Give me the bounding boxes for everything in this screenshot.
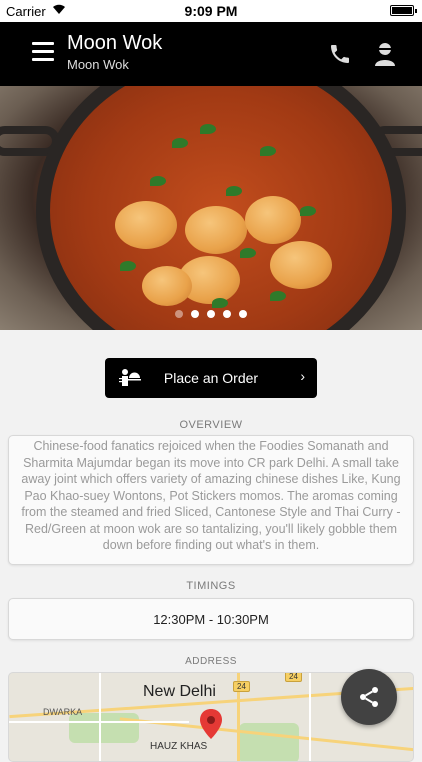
user-icon[interactable]: [373, 41, 397, 67]
carousel-dot[interactable]: [239, 310, 247, 318]
carousel-dot[interactable]: [191, 310, 199, 318]
shrimp: [245, 196, 301, 244]
herb-leaf: [172, 138, 188, 148]
shrimp: [185, 206, 247, 254]
herb-leaf: [260, 146, 276, 156]
herb-leaf: [226, 186, 242, 196]
map-highway-shield: 24: [233, 681, 250, 692]
header-bar: Moon Wok Moon Wok: [0, 22, 422, 86]
address-heading: ADDRESS: [185, 656, 237, 667]
timings-value: 12:30PM - 10:30PM: [153, 612, 269, 627]
overview-card: Chinese-food fanatics rejoiced when the …: [8, 435, 414, 565]
carousel-dot[interactable]: [175, 310, 183, 318]
chevron-right-icon: ›: [300, 368, 305, 384]
timings-heading: TIMINGS: [186, 580, 236, 592]
map-pin-icon: [200, 709, 222, 739]
carousel-indicator[interactable]: [0, 305, 422, 323]
phone-icon[interactable]: [328, 42, 352, 66]
map-city-label: New Delhi: [143, 683, 216, 700]
shrimp: [115, 201, 177, 249]
herb-leaf: [270, 291, 286, 301]
map-park: [239, 723, 299, 761]
page-subtitle: Moon Wok: [67, 57, 129, 72]
map-road: [309, 673, 311, 761]
page-title: Moon Wok: [67, 32, 163, 54]
status-time: 9:09 PM: [184, 3, 238, 19]
map-road: [99, 673, 101, 761]
hero-image[interactable]: [0, 86, 422, 330]
share-button[interactable]: [341, 669, 397, 725]
herb-leaf: [240, 248, 256, 258]
menu-icon[interactable]: [32, 42, 54, 62]
shrimp: [270, 241, 332, 289]
map-area-label: HAUZ KHAS: [150, 741, 208, 752]
overview-heading: OVERVIEW: [179, 419, 243, 431]
carousel-dot[interactable]: [223, 310, 231, 318]
status-bar: Carrier 9:09 PM: [0, 0, 422, 22]
herb-leaf: [200, 124, 216, 134]
herb-leaf: [300, 206, 316, 216]
place-order-button[interactable]: Place an Order ›: [105, 358, 317, 398]
timings-card: 12:30PM - 10:30PM: [8, 598, 414, 640]
herb-leaf: [150, 176, 166, 186]
battery-icon: [390, 5, 417, 16]
carousel-dot[interactable]: [207, 310, 215, 318]
share-icon: [360, 687, 378, 707]
map-highway-shield: 24: [285, 673, 302, 682]
herb-leaf: [120, 261, 136, 271]
place-order-label: Place an Order: [163, 370, 259, 386]
shrimp: [142, 266, 192, 306]
overview-text: Chinese-food fanatics rejoiced when the …: [21, 439, 401, 552]
map-area-label: DWARKA: [43, 707, 83, 717]
